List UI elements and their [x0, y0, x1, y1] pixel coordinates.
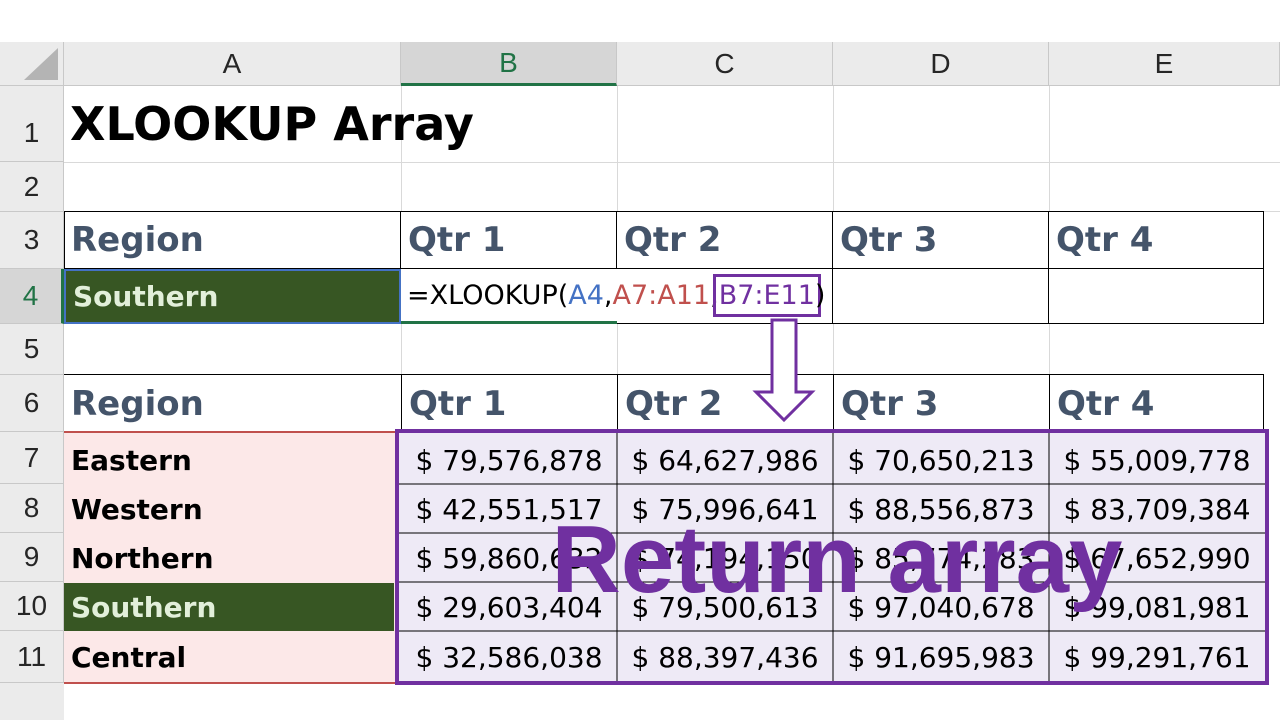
down-arrow-icon: [752, 318, 816, 423]
formula-comma: ,: [710, 279, 719, 311]
formula-arg-return-array: B7:E11: [712, 273, 821, 317]
row-header-6[interactable]: 6: [0, 375, 64, 432]
cell-c7[interactable]: $ 64,627,986: [617, 435, 833, 485]
row-header-4[interactable]: 4: [0, 269, 64, 324]
column-header-d[interactable]: D: [833, 42, 1049, 86]
cell-e11[interactable]: $ 99,291,761: [1049, 632, 1265, 682]
cell-d6[interactable]: Qtr 3: [833, 375, 1049, 432]
formula-suffix: ): [814, 279, 826, 311]
cell-c3[interactable]: Qtr 2: [617, 212, 833, 269]
row-header-1[interactable]: 1: [0, 86, 64, 162]
cell-a6[interactable]: Region: [64, 375, 401, 432]
formula-comma: ,: [603, 279, 613, 311]
cell-c11[interactable]: $ 88,397,436: [617, 632, 833, 682]
cell-d11[interactable]: $ 91,695,983: [833, 632, 1049, 682]
cell-b4-formula[interactable]: =XLOOKUP(A4, A7:A11, B7:E11): [401, 269, 825, 324]
select-all-triangle-icon: [24, 48, 58, 80]
row-header-9[interactable]: 9: [0, 533, 64, 582]
cell-a3[interactable]: Region: [64, 212, 401, 269]
column-header-b[interactable]: B: [401, 42, 617, 86]
cell-e7[interactable]: $ 55,009,778: [1049, 435, 1265, 485]
gridline: [401, 324, 402, 375]
cell-d4[interactable]: [833, 269, 1049, 324]
gridline: [64, 162, 1280, 163]
formula-arg-lookup-array: A7:A11: [612, 279, 711, 311]
row-header-2[interactable]: 2: [0, 162, 64, 212]
gridline: [1049, 86, 1050, 212]
cell-b11[interactable]: $ 32,586,038: [401, 632, 617, 682]
gridline: [617, 324, 618, 375]
gridline: [833, 86, 834, 212]
return-array-label: Return array: [551, 506, 1123, 613]
cell-d3[interactable]: Qtr 3: [833, 212, 1049, 269]
row-header-filler: [0, 683, 64, 720]
cell-e6[interactable]: Qtr 4: [1049, 375, 1264, 432]
cell-a8[interactable]: Western: [64, 485, 394, 534]
column-header-a[interactable]: A: [64, 42, 401, 86]
row-header-11[interactable]: 11: [0, 631, 64, 683]
gridline: [833, 324, 834, 375]
cell-a10-match[interactable]: Southern: [64, 583, 394, 631]
cell-a9[interactable]: Northern: [64, 534, 394, 583]
cell-a7[interactable]: Eastern: [64, 435, 394, 485]
column-header-c[interactable]: C: [617, 42, 833, 86]
cell-a11[interactable]: Central: [64, 632, 394, 682]
cell-b3[interactable]: Qtr 1: [401, 212, 617, 269]
cell-e4[interactable]: [1049, 269, 1264, 324]
row-header-10[interactable]: 10: [0, 582, 64, 631]
gridline: [1049, 324, 1050, 375]
select-all-corner[interactable]: [0, 42, 64, 86]
column-header-e[interactable]: E: [1049, 42, 1280, 86]
cell-a1-title[interactable]: XLOOKUP Array: [64, 86, 624, 162]
row-header-7[interactable]: 7: [0, 432, 64, 484]
cell-a4-lookup-value[interactable]: Southern: [64, 269, 401, 324]
row-header-8[interactable]: 8: [0, 484, 64, 533]
row-header-5[interactable]: 5: [0, 324, 64, 375]
cell-b6[interactable]: Qtr 1: [401, 375, 617, 432]
formula-arg-lookup-value: A4: [568, 279, 604, 311]
formula-prefix: =XLOOKUP(: [407, 279, 569, 311]
row-header-3[interactable]: 3: [0, 212, 64, 269]
cell-b7[interactable]: $ 79,576,878: [401, 435, 617, 485]
cell-e3[interactable]: Qtr 4: [1049, 212, 1264, 269]
cell-d7[interactable]: $ 70,650,213: [833, 435, 1049, 485]
